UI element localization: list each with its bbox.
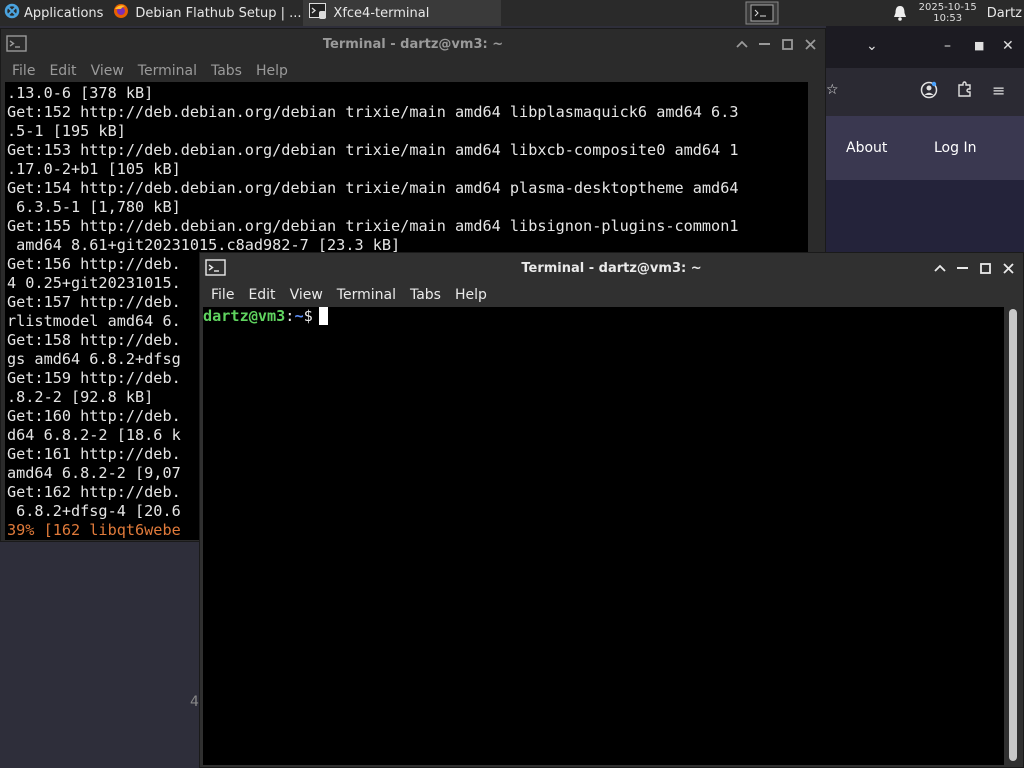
- shade-icon[interactable]: [733, 36, 750, 53]
- menu-tabs[interactable]: Tabs: [403, 287, 448, 303]
- nav-login-link[interactable]: Log In: [934, 140, 976, 156]
- terminal-line: Get:155 http://deb.debian.org/debian tri…: [7, 217, 739, 235]
- menu-terminal[interactable]: Terminal: [131, 63, 204, 79]
- terminal-icon: [309, 3, 327, 23]
- minimize-icon[interactable]: [756, 36, 773, 53]
- menu-edit[interactable]: Edit: [42, 63, 83, 79]
- maximize-icon[interactable]: [779, 36, 796, 53]
- close-icon[interactable]: ✕: [1002, 38, 1014, 54]
- window-titlebar[interactable]: Terminal - dartz@vm3: ~: [1, 29, 825, 59]
- minimize-icon[interactable]: [954, 260, 971, 277]
- clock[interactable]: 2025-10-15 10:53: [919, 2, 977, 24]
- site-body: [826, 180, 1024, 258]
- terminal-line: Get:152 http://deb.debian.org/debian tri…: [7, 103, 739, 121]
- shade-icon[interactable]: [931, 260, 948, 277]
- terminal-output[interactable]: dartz@vm3:~$: [203, 307, 1004, 765]
- window-titlebar[interactable]: Terminal - dartz@vm3: ~: [200, 253, 1023, 283]
- menu-edit[interactable]: Edit: [241, 287, 282, 303]
- window-title: Terminal - dartz@vm3: ~: [322, 36, 504, 52]
- scrollbar[interactable]: [1006, 307, 1020, 765]
- window-title: Terminal - dartz@vm3: ~: [521, 260, 702, 276]
- notification-bell-icon[interactable]: [891, 4, 909, 22]
- menu-file[interactable]: File: [5, 63, 42, 79]
- taskbar-item-terminal[interactable]: Xfce4-terminal: [303, 0, 502, 26]
- scrollbar-thumb[interactable]: [1009, 309, 1017, 761]
- applications-menu[interactable]: Applications: [0, 0, 107, 26]
- terminal-line: Get:153 http://deb.debian.org/debian tri…: [7, 141, 739, 159]
- taskbar-item-browser[interactable]: Debian Flathub Setup | ...: [107, 0, 303, 26]
- browser-window: ⌄ – ■ ✕ ☆ ≡ About Log In: [826, 26, 1024, 258]
- taskbar-item-label: Xfce4-terminal: [333, 5, 430, 21]
- menu-help[interactable]: Help: [249, 63, 295, 79]
- menu-tabs[interactable]: Tabs: [204, 63, 249, 79]
- xfce-logo-icon: [4, 3, 20, 23]
- nav-about-link[interactable]: About: [846, 140, 887, 156]
- top-panel: Applications Debian Flathub Setup | ... …: [0, 0, 1024, 26]
- prompt-path: ~: [294, 307, 304, 325]
- browser-toolbar: ☆ ≡: [826, 68, 1024, 116]
- clock-time: 10:53: [933, 13, 963, 24]
- menu-view[interactable]: View: [283, 287, 330, 303]
- hamburger-menu-icon[interactable]: ≡: [992, 81, 1005, 100]
- minimize-icon[interactable]: –: [944, 38, 951, 54]
- menu-terminal[interactable]: Terminal: [330, 287, 403, 303]
- account-icon[interactable]: [920, 81, 938, 103]
- terminal-window-front[interactable]: Terminal - dartz@vm3: ~ File Edit View T…: [199, 252, 1024, 768]
- menu-view[interactable]: View: [84, 63, 131, 79]
- chevron-down-icon[interactable]: ⌄: [866, 38, 878, 54]
- terminal-line: .17.0-2+b1 [105 kB]: [7, 160, 181, 178]
- menu-help[interactable]: Help: [448, 287, 494, 303]
- prompt-symbol: $: [303, 307, 313, 325]
- menubar: File Edit View Terminal Tabs Help: [200, 283, 1023, 307]
- prompt-user: dartz@vm3: [203, 307, 286, 325]
- extensions-icon[interactable]: [956, 81, 973, 102]
- bookmark-star-icon[interactable]: ☆: [826, 82, 839, 98]
- browser-titlebar: ⌄ – ■ ✕: [826, 26, 1024, 68]
- taskbar-item-label: Debian Flathub Setup | ...: [135, 5, 302, 21]
- terminal-line: .13.0-6 [378 kB]: [7, 84, 154, 102]
- menubar: File Edit View Terminal Tabs Help: [1, 59, 825, 83]
- maximize-icon[interactable]: ■: [974, 39, 984, 52]
- shell-prompt: dartz@vm3:~$: [203, 307, 1004, 326]
- menu-file[interactable]: File: [204, 287, 241, 303]
- workspace-switcher[interactable]: [745, 1, 779, 25]
- applications-label: Applications: [24, 5, 104, 21]
- terminal-icon: [205, 259, 227, 277]
- desktop-fragment: 4: [190, 694, 199, 710]
- site-nav: About Log In: [826, 116, 1024, 180]
- maximize-icon[interactable]: [977, 260, 994, 277]
- clock-date: 2025-10-15: [918, 2, 977, 13]
- firefox-icon: [113, 3, 129, 23]
- user-menu[interactable]: Dartz: [987, 6, 1024, 21]
- terminal-line: 6.3.5-1 [1,780 kB]: [7, 198, 181, 216]
- close-icon[interactable]: [1000, 260, 1017, 277]
- terminal-icon: [6, 35, 28, 53]
- terminal-line: Get:154 http://deb.debian.org/debian tri…: [7, 179, 739, 197]
- text-cursor: [318, 307, 328, 325]
- terminal-line: .5-1 [195 kB]: [7, 122, 126, 140]
- close-icon[interactable]: [802, 36, 819, 53]
